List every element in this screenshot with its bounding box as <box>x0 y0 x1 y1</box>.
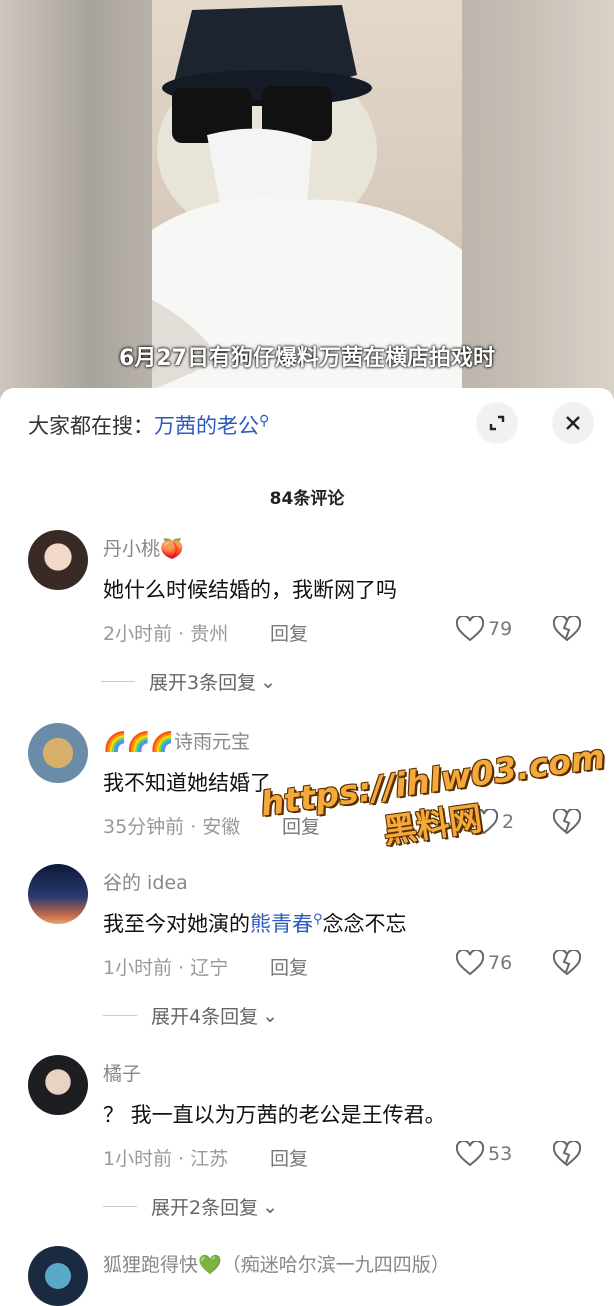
dislike-button[interactable] <box>552 1139 582 1171</box>
comment-username[interactable]: 丹小桃🍑 <box>103 534 184 561</box>
like-count: 53 <box>488 1143 513 1165</box>
broken-heart-icon <box>552 1139 582 1167</box>
peach-emoji-icon: 🍑 <box>160 538 184 560</box>
search-keyword-link[interactable]: 熊青春 <box>250 912 313 936</box>
like-button[interactable]: 53 <box>456 1141 512 1167</box>
reply-button[interactable]: 回复 <box>270 1144 308 1171</box>
like-button[interactable]: 76 <box>456 950 512 976</box>
comment-meta: 1小时前 · 江苏 <box>103 1148 229 1170</box>
comment-text: 我不知道她结婚了 <box>103 771 271 795</box>
comment-username[interactable]: 🌈🌈🌈诗雨元宝 <box>103 727 250 754</box>
reply-button[interactable]: 回复 <box>270 953 308 980</box>
like-count: 76 <box>488 952 513 974</box>
chevron-down-icon: ⌄ <box>260 670 277 693</box>
expand-replies-button[interactable]: 展开2条回复 ⌄ <box>103 1193 278 1220</box>
expand-fullscreen-button[interactable] <box>476 402 518 444</box>
chevron-down-icon: ⌄ <box>262 1004 279 1027</box>
expand-icon <box>489 415 505 431</box>
search-icon: ⚲ <box>259 413 270 429</box>
heart-icon <box>456 1141 484 1167</box>
avatar[interactable] <box>28 723 88 783</box>
heart-icon <box>456 616 484 642</box>
avatar[interactable] <box>28 1246 88 1306</box>
expand-replies-button[interactable]: 展开4条回复 ⌄ <box>103 1002 278 1029</box>
reply-button[interactable]: 回复 <box>270 619 308 646</box>
expand-divider <box>101 681 135 682</box>
rainbow-emoji-icon: 🌈🌈🌈 <box>103 731 174 753</box>
expand-divider <box>103 1015 137 1016</box>
comment-username[interactable]: 狐狸跑得快💚（痴迷哈尔滨一九四四版） <box>103 1250 450 1277</box>
comment-username[interactable]: 谷的 idea <box>103 868 188 895</box>
comment-count: 84条评论 <box>269 489 345 509</box>
video-subtitle: 6月27日有狗仔爆料万茜在横店拍戏时 <box>119 346 495 371</box>
close-button[interactable] <box>552 402 594 444</box>
comment-username[interactable]: 橘子 <box>103 1059 141 1086</box>
heart-icon <box>456 950 484 976</box>
avatar[interactable] <box>28 864 88 924</box>
broken-heart-icon <box>552 614 582 642</box>
search-prefix: 大家都在搜： <box>28 414 154 438</box>
search-suggestion[interactable]: 大家都在搜：万茜的老公⚲ <box>28 410 269 440</box>
like-button[interactable]: 79 <box>456 616 512 642</box>
avatar[interactable] <box>28 1055 88 1115</box>
comment-text: 我至今对她演的熊青春⚲念念不忘 <box>103 912 407 936</box>
like-count: 79 <box>488 618 513 640</box>
green-heart-emoji-icon: 💚 <box>198 1254 222 1276</box>
dislike-button[interactable] <box>552 948 582 980</box>
search-icon: ⚲ <box>313 912 323 927</box>
comment-meta: 1小时前 · 辽宁 <box>103 957 229 979</box>
expand-replies-button[interactable]: 展开3条回复 ⌄ <box>101 668 277 695</box>
comment-meta: 2小时前 · 贵州 <box>103 623 229 645</box>
close-icon <box>566 416 580 430</box>
comment-text: 她什么时候结婚的，我断网了吗 <box>103 578 397 602</box>
chevron-down-icon: ⌄ <box>262 1195 279 1218</box>
comment-text: ？ 我一直以为万茜的老公是王传君。 <box>103 1103 446 1127</box>
video-player[interactable]: 6月27日有狗仔爆料万茜在横店拍戏时 <box>0 0 614 400</box>
comment-meta: 35分钟前 · 安徽 <box>103 816 241 838</box>
avatar[interactable] <box>28 530 88 590</box>
search-keyword-link[interactable]: 万茜的老公 <box>154 414 259 438</box>
expand-divider <box>103 1206 137 1207</box>
broken-heart-icon <box>552 948 582 976</box>
dislike-button[interactable] <box>552 614 582 646</box>
